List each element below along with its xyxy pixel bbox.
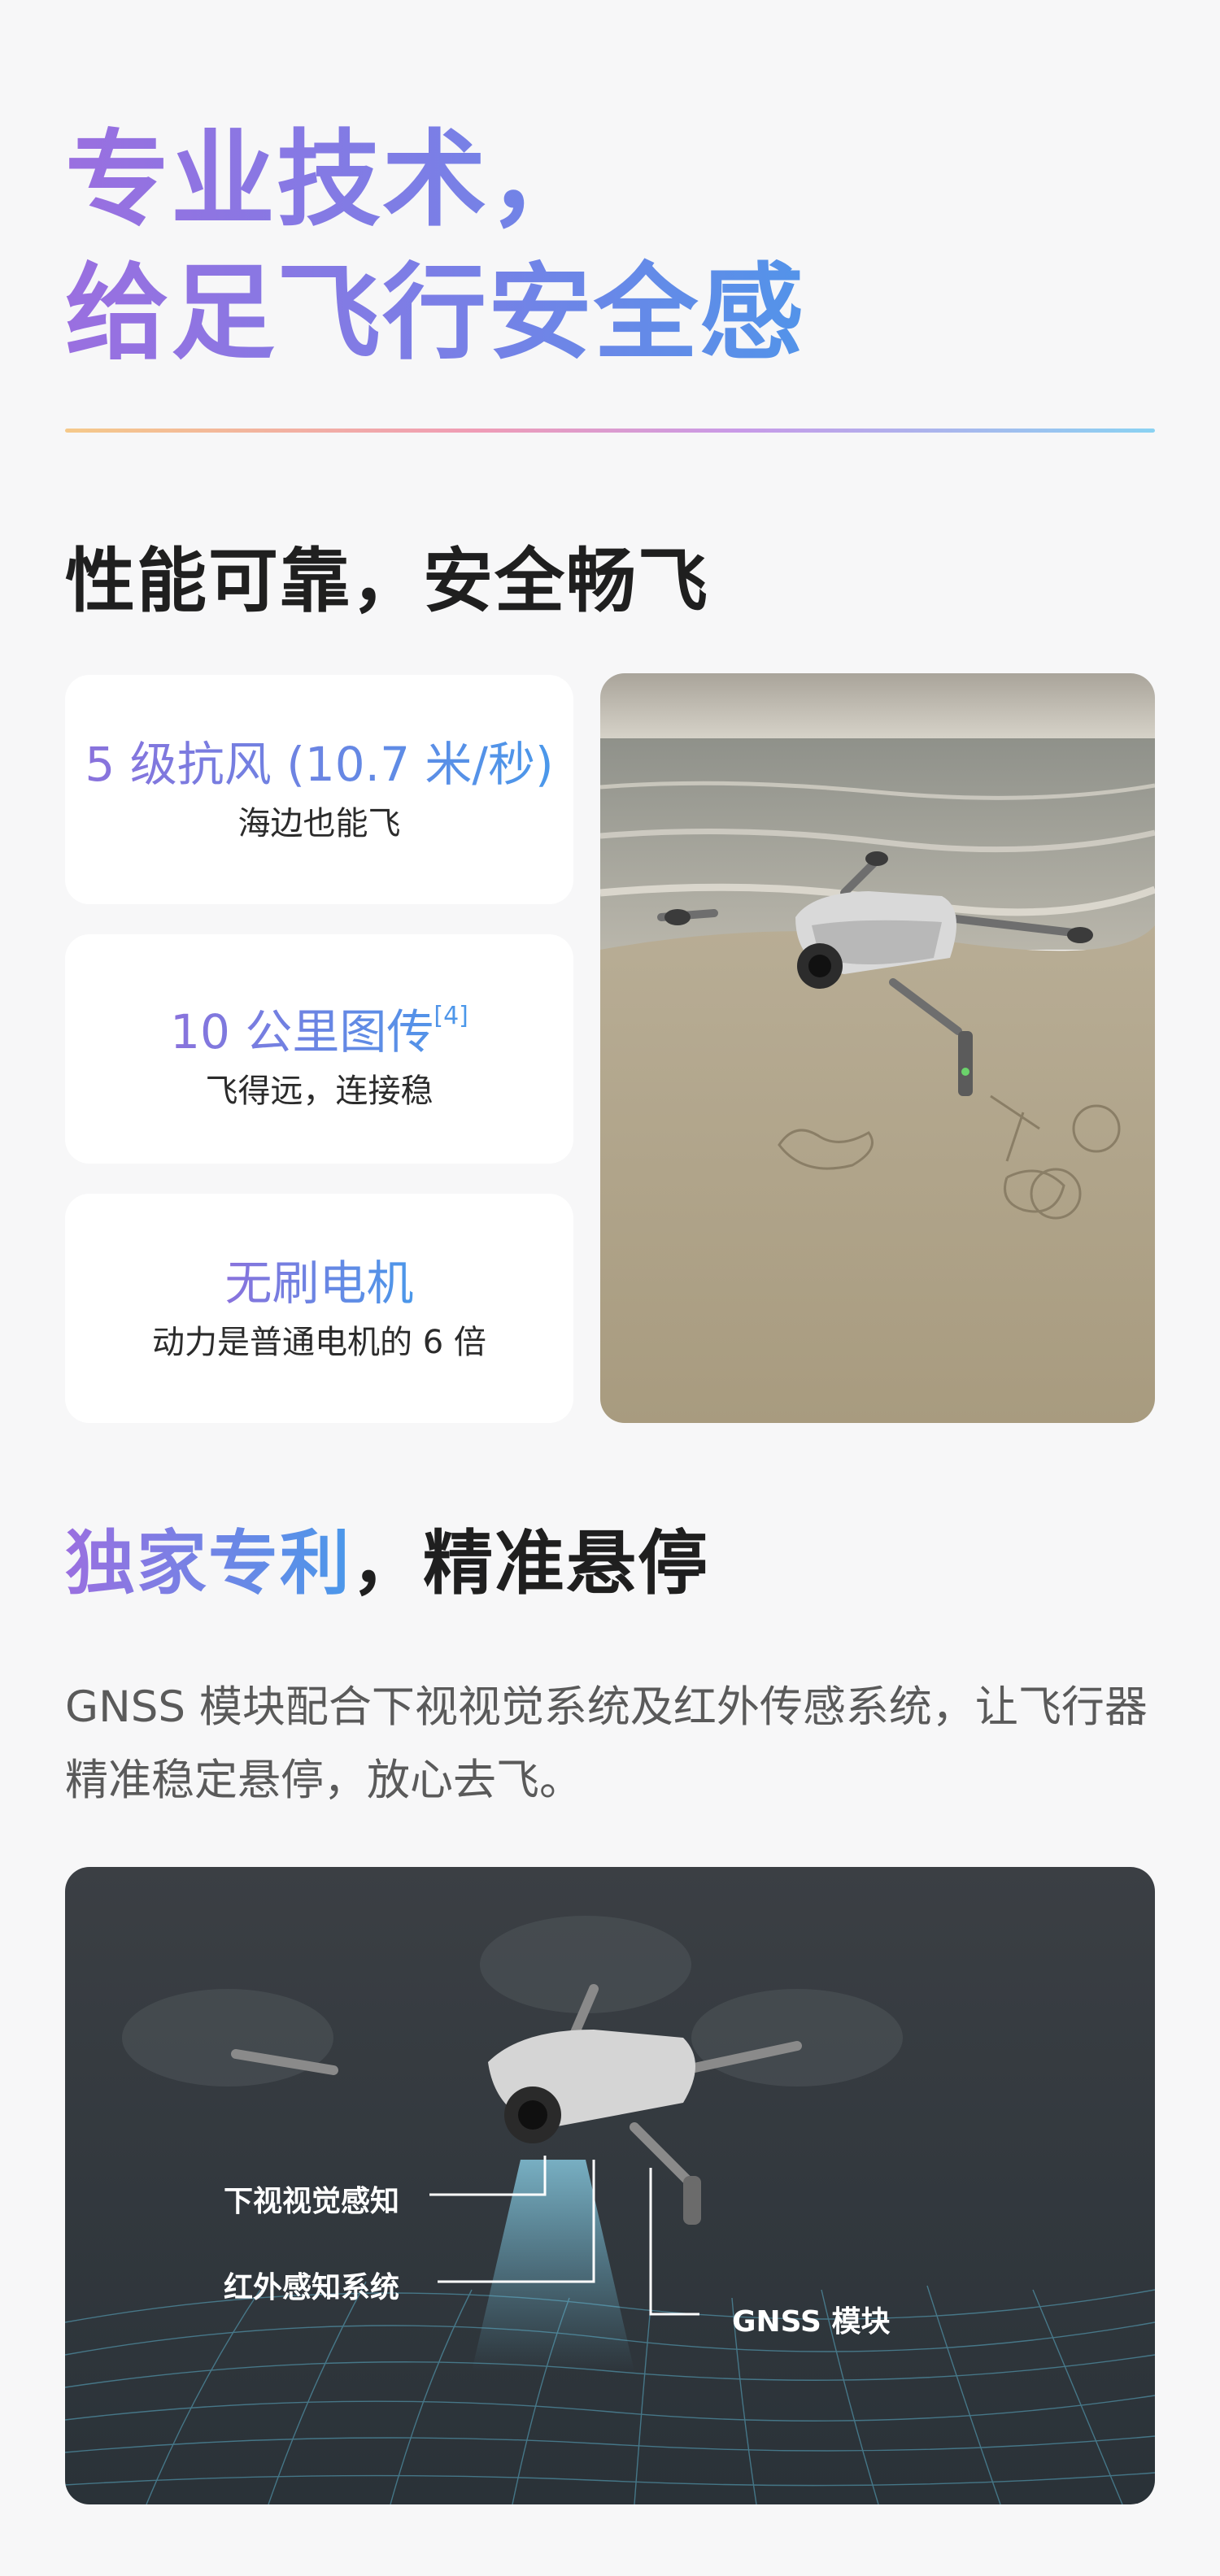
feature-card-subtitle: 海边也能飞 <box>237 805 401 842</box>
feature-card-subtitle: 动力是普通电机的 6 倍 <box>152 1324 486 1361</box>
hover-sensors-illustration: 下视视觉感知 红外感知系统 GNSS 模块 <box>65 1867 1155 2504</box>
feature-card-motor: 无刷电机 动力是普通电机的 6 倍 <box>65 1194 573 1423</box>
feature-card-wind: 5 级抗风 (10.7 米/秒) 海边也能飞 <box>65 675 573 904</box>
hover-title: 独家专利，精准悬停 <box>65 1519 709 1608</box>
performance-title: 性能可靠，安全畅飞 <box>65 541 709 622</box>
feature-card-transmission: 10 公里图传[4] 飞得远，连接稳 <box>65 934 573 1164</box>
hero-title-line1: 专业技术， <box>65 120 595 241</box>
footnote-marker: [4] <box>434 1001 468 1030</box>
hover-description: GNSS 模块配合下视视觉系统及红外传感系统，让飞行器精准稳定悬停，放心去飞。 <box>65 1682 1148 1805</box>
gradient-divider <box>65 429 1155 433</box>
label-gnss: GNSS 模块 <box>732 2305 891 2339</box>
hero-title: 专业技术， 给足飞行安全感 <box>65 114 1155 381</box>
label-infrared: 红外感知系统 <box>224 2271 400 2304</box>
label-downward-vision: 下视视觉感知 <box>224 2185 400 2218</box>
hover-title-highlight: 独家专利 <box>65 1523 351 1604</box>
feature-card-title: 5 级抗风 (10.7 米/秒) <box>85 733 553 795</box>
feature-card-title: 10 公里图传[4] <box>170 986 468 1063</box>
beach-drone-photo <box>600 673 1155 1423</box>
hover-title-rest: ，精准悬停 <box>351 1523 709 1604</box>
hero-title-line2: 给足飞行安全感 <box>65 253 806 374</box>
feature-card-title: 无刷电机 <box>224 1252 413 1314</box>
feature-card-subtitle: 飞得远，连接稳 <box>205 1072 434 1110</box>
feature-card-title-text: 10 公里图传 <box>170 1003 434 1060</box>
